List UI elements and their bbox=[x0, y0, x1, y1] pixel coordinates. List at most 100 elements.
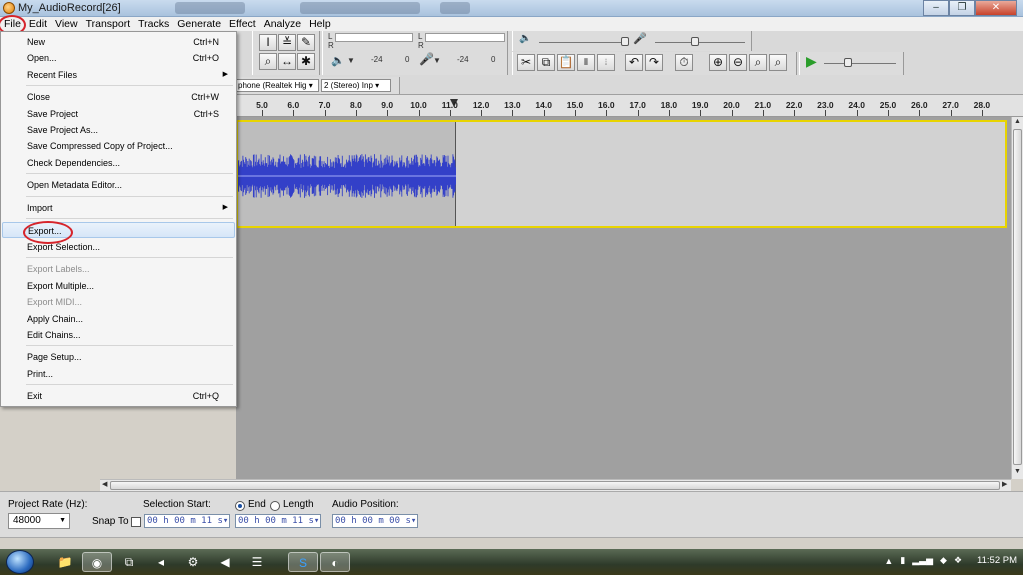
scroll-up-icon[interactable]: ▲ bbox=[1014, 118, 1021, 125]
audio-track[interactable] bbox=[236, 120, 1007, 228]
zoom-out-icon[interactable]: ⊖ bbox=[729, 54, 747, 71]
menu-item-export-selection[interactable]: Export Selection... bbox=[2, 239, 235, 255]
recording-volume-slider[interactable] bbox=[691, 37, 699, 46]
menu-generate[interactable]: Generate bbox=[173, 17, 225, 31]
vertical-scroll-thumb[interactable] bbox=[1013, 129, 1022, 465]
menu-tracks[interactable]: Tracks bbox=[134, 17, 173, 31]
end-label: End bbox=[248, 499, 266, 510]
scroll-right-icon[interactable]: ▶ bbox=[1002, 480, 1007, 488]
tray-expand-icon[interactable]: ▲ bbox=[884, 556, 893, 566]
speed-slider[interactable] bbox=[844, 58, 852, 67]
menu-item-open[interactable]: Open... Ctrl+O bbox=[2, 50, 235, 66]
project-rate-select[interactable]: 48000 ▼ bbox=[8, 513, 70, 529]
audacity-taskbar-icon[interactable]: ◐ bbox=[320, 552, 350, 572]
list-icon[interactable]: ☰ bbox=[242, 552, 272, 572]
horizontal-scrollbar[interactable]: ◀ ▶ bbox=[100, 479, 1011, 491]
envelope-tool-icon[interactable]: ≚ bbox=[278, 34, 296, 51]
selection-start-time[interactable]: 00 h 00 m 11 s▾ bbox=[144, 514, 230, 528]
timeline-ruler[interactable]: 5.0 6.0 7.0 8.0 9.0 10.0 11.0 12.0 13.0 14.0 15.0 1… bbox=[236, 95, 1023, 117]
dropdown-arrow-icon[interactable]: ▼ bbox=[347, 56, 355, 65]
menu-item-save-compressed-copy-of-project[interactable]: Save Compressed Copy of Project... bbox=[2, 138, 235, 154]
submenu-arrow-icon: ▶ bbox=[222, 71, 228, 78]
explorer-icon[interactable]: 📁 bbox=[50, 552, 80, 572]
menu-item-edit-chains[interactable]: Edit Chains... bbox=[2, 327, 235, 343]
audio-position-time[interactable]: 00 h 00 m 00 s▾ bbox=[332, 514, 418, 528]
ruler-tick-label: 24.0 bbox=[848, 100, 865, 110]
snap-to-checkbox[interactable] bbox=[131, 517, 141, 527]
restore-button[interactable]: ❐ bbox=[949, 0, 975, 16]
menu-item-apply-chain[interactable]: Apply Chain... bbox=[2, 311, 235, 327]
dropbox-icon[interactable]: ❖ bbox=[954, 555, 962, 566]
play-at-speed-toolbar: ▶ bbox=[799, 52, 904, 75]
playback-meter[interactable] bbox=[335, 33, 413, 42]
steam-icon[interactable]: ⚙ bbox=[178, 552, 208, 572]
drive-icon[interactable]: ◆ bbox=[940, 555, 947, 566]
menu-item-save-project[interactable]: Save Project Ctrl+S bbox=[2, 106, 235, 122]
scroll-left-icon[interactable]: ◀ bbox=[102, 480, 107, 488]
menu-item-open-metadata-editor[interactable]: Open Metadata Editor... bbox=[2, 177, 235, 193]
menu-item-import[interactable]: Import ▶ bbox=[2, 200, 235, 216]
battery-icon[interactable]: ▮ bbox=[900, 555, 905, 566]
time-shift-tool-icon[interactable]: ↔ bbox=[278, 53, 296, 70]
start-button[interactable] bbox=[6, 550, 34, 574]
menu-item-save-project-as[interactable]: Save Project As... bbox=[2, 122, 235, 138]
cut-icon[interactable]: ✂ bbox=[517, 54, 535, 71]
redo-icon[interactable]: ↷ bbox=[645, 54, 663, 71]
end-radio[interactable] bbox=[235, 501, 245, 511]
arrow-icon[interactable]: ◀ bbox=[210, 552, 240, 572]
close-button[interactable]: ✕ bbox=[975, 0, 1017, 16]
menu-view[interactable]: View bbox=[51, 17, 82, 31]
menu-analyze[interactable]: Analyze bbox=[260, 17, 305, 31]
paste-icon[interactable]: 📋 bbox=[557, 54, 575, 71]
playback-volume-slider[interactable] bbox=[621, 37, 629, 46]
fit-selection-icon[interactable]: ⌕ bbox=[749, 54, 767, 71]
menu-item-check-dependencies[interactable]: Check Dependencies... bbox=[2, 155, 235, 171]
silence-icon[interactable]: ⦙ bbox=[597, 54, 615, 71]
selection-end-time[interactable]: 00 h 00 m 11 s▾ bbox=[235, 514, 321, 528]
input-channels-select[interactable]: 2 (Stereo) Inp ▾ bbox=[321, 79, 391, 92]
input-device-select[interactable]: phone (Realtek Hig ▾ bbox=[235, 79, 319, 92]
copy-icon[interactable]: ⧉ bbox=[537, 54, 555, 71]
zoom-tool-icon[interactable]: ⌕ bbox=[259, 53, 277, 70]
network-icon[interactable]: ⧉ bbox=[114, 552, 144, 572]
minimize-button[interactable]: – bbox=[923, 0, 949, 16]
menu-item-recent-files[interactable]: Recent Files ▶ bbox=[2, 67, 235, 83]
menu-file[interactable]: File bbox=[0, 15, 26, 35]
zoom-in-icon[interactable]: ⊕ bbox=[709, 54, 727, 71]
menu-bar: File Edit View Transport Tracks Generate… bbox=[0, 15, 1023, 35]
fit-project-icon[interactable]: ⌕ bbox=[769, 54, 787, 71]
draw-tool-icon[interactable]: ✎ bbox=[297, 34, 315, 51]
recording-meter[interactable] bbox=[425, 33, 505, 42]
menu-item-export-multiple[interactable]: Export Multiple... bbox=[2, 278, 235, 294]
chrome-icon[interactable]: ◉ bbox=[82, 552, 112, 572]
dropdown-arrow-icon[interactable]: ▼ bbox=[433, 56, 441, 65]
sync-lock-icon[interactable]: ⏱ bbox=[675, 54, 693, 71]
selection-tool-icon[interactable]: I bbox=[259, 34, 277, 51]
undo-icon[interactable]: ↶ bbox=[625, 54, 643, 71]
menu-item-export[interactable]: Export... bbox=[2, 221, 235, 244]
vertical-scrollbar[interactable]: ▲ ▼ bbox=[1011, 117, 1023, 479]
menu-item-page-setup[interactable]: Page Setup... bbox=[2, 349, 235, 365]
play-at-speed-icon[interactable]: ▶ bbox=[806, 53, 817, 70]
scroll-down-icon[interactable]: ▼ bbox=[1014, 468, 1021, 475]
audio-clip[interactable] bbox=[238, 122, 456, 226]
signal-icon[interactable]: ▂▃▅ bbox=[912, 555, 933, 566]
trim-icon[interactable]: ⦀ bbox=[577, 54, 595, 71]
multi-tool-icon[interactable]: ✱ bbox=[297, 53, 315, 70]
audio-position-label: Audio Position: bbox=[332, 499, 399, 510]
horizontal-scroll-thumb[interactable] bbox=[110, 481, 1000, 490]
taskbar-clock[interactable]: 11:52 PM bbox=[977, 555, 1017, 566]
menu-item-new[interactable]: New Ctrl+N bbox=[2, 34, 235, 50]
skype-icon[interactable]: S bbox=[288, 552, 318, 572]
menu-transport[interactable]: Transport bbox=[82, 17, 135, 31]
menu-separator bbox=[26, 173, 233, 174]
menu-help[interactable]: Help bbox=[305, 17, 335, 31]
menu-effect[interactable]: Effect bbox=[225, 17, 260, 31]
menu-edit[interactable]: Edit bbox=[25, 17, 51, 31]
track-area[interactable] bbox=[236, 117, 1011, 479]
speaker-icon[interactable]: ◂ bbox=[146, 552, 176, 572]
menu-item-exit[interactable]: Exit Ctrl+Q bbox=[2, 388, 235, 404]
menu-item-close[interactable]: Close Ctrl+W bbox=[2, 89, 235, 105]
length-radio[interactable] bbox=[270, 501, 280, 511]
menu-item-print[interactable]: Print... bbox=[2, 366, 235, 382]
